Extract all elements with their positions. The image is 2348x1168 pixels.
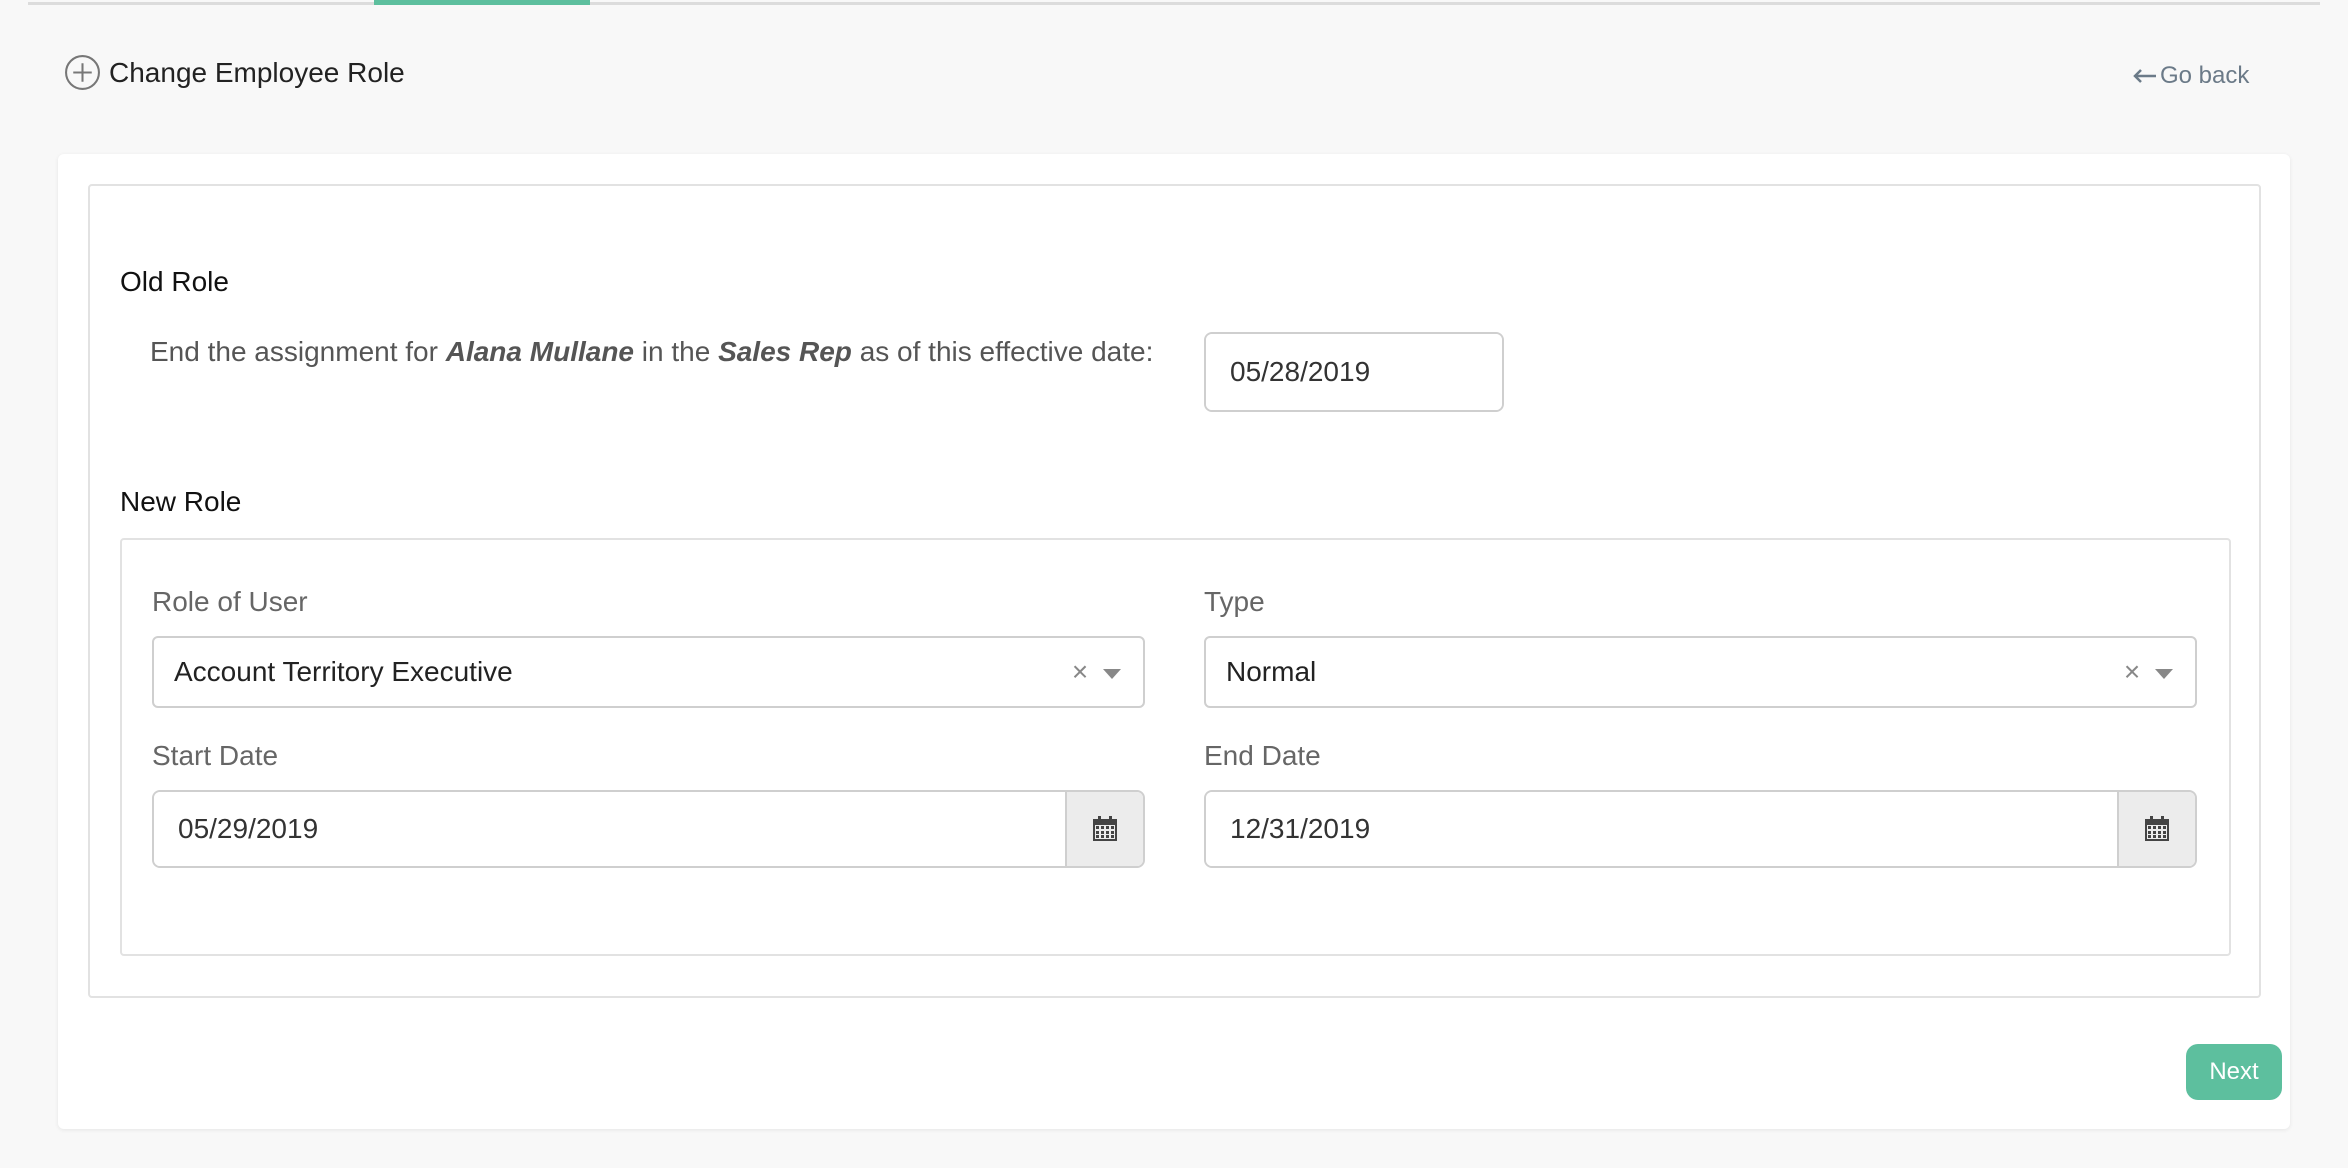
old-role-description: End the assignment for Alana Mullane in … xyxy=(150,336,1153,368)
go-back-label: Go back xyxy=(2160,62,2250,89)
type-value: Normal xyxy=(1226,656,1317,687)
end-date-input[interactable] xyxy=(1206,792,2117,866)
role-change-form: Old Role End the assignment for Alana Mu… xyxy=(88,184,2261,998)
old-role-name: Sales Rep xyxy=(718,336,852,367)
tab-underline xyxy=(28,2,2320,5)
page-header: Change Employee Role xyxy=(64,54,405,91)
new-role-fields: Role of User Account Territory Executive… xyxy=(120,538,2231,956)
type-select[interactable]: Normal × xyxy=(1204,636,2197,708)
start-date-label: Start Date xyxy=(152,740,279,771)
role-of-user-label: Role of User xyxy=(152,586,308,617)
active-tab-indicator xyxy=(374,0,590,5)
next-button[interactable]: Next xyxy=(2186,1044,2282,1100)
employee-name: Alana Mullane xyxy=(445,336,634,367)
clear-icon[interactable]: × xyxy=(2117,656,2147,688)
new-role-title: New Role xyxy=(120,486,242,517)
description-middle: in the xyxy=(641,336,711,367)
end-date-calendar-button[interactable] xyxy=(2117,792,2195,866)
start-date-input[interactable] xyxy=(154,792,1065,866)
plus-circle-icon xyxy=(65,55,100,90)
effective-date-input[interactable] xyxy=(1206,334,1502,410)
page-title: Change Employee Role xyxy=(109,56,405,88)
start-date-calendar-button[interactable] xyxy=(1065,792,1143,866)
description-suffix: as of this effective date: xyxy=(859,336,1154,367)
old-role-title: Old Role xyxy=(120,266,229,297)
go-back-link[interactable]: Go back xyxy=(2132,62,2249,90)
end-date-picker xyxy=(1204,790,2197,868)
calendar-icon xyxy=(2145,816,2169,841)
end-date-label: End Date xyxy=(1204,740,1321,771)
clear-icon[interactable]: × xyxy=(1065,656,1095,688)
type-label: Type xyxy=(1204,586,1265,617)
role-of-user-value: Account Territory Executive xyxy=(174,656,513,687)
form-card: Old Role End the assignment for Alana Mu… xyxy=(58,154,2290,1129)
chevron-down-icon[interactable] xyxy=(1103,669,1121,679)
role-of-user-select[interactable]: Account Territory Executive × xyxy=(152,636,1145,708)
effective-date-picker xyxy=(1204,332,1504,412)
description-prefix: End the assignment for xyxy=(150,336,438,367)
arrow-left-icon xyxy=(2133,69,2156,83)
calendar-icon xyxy=(1093,816,1117,841)
chevron-down-icon[interactable] xyxy=(2155,669,2173,679)
start-date-picker xyxy=(152,790,1145,868)
